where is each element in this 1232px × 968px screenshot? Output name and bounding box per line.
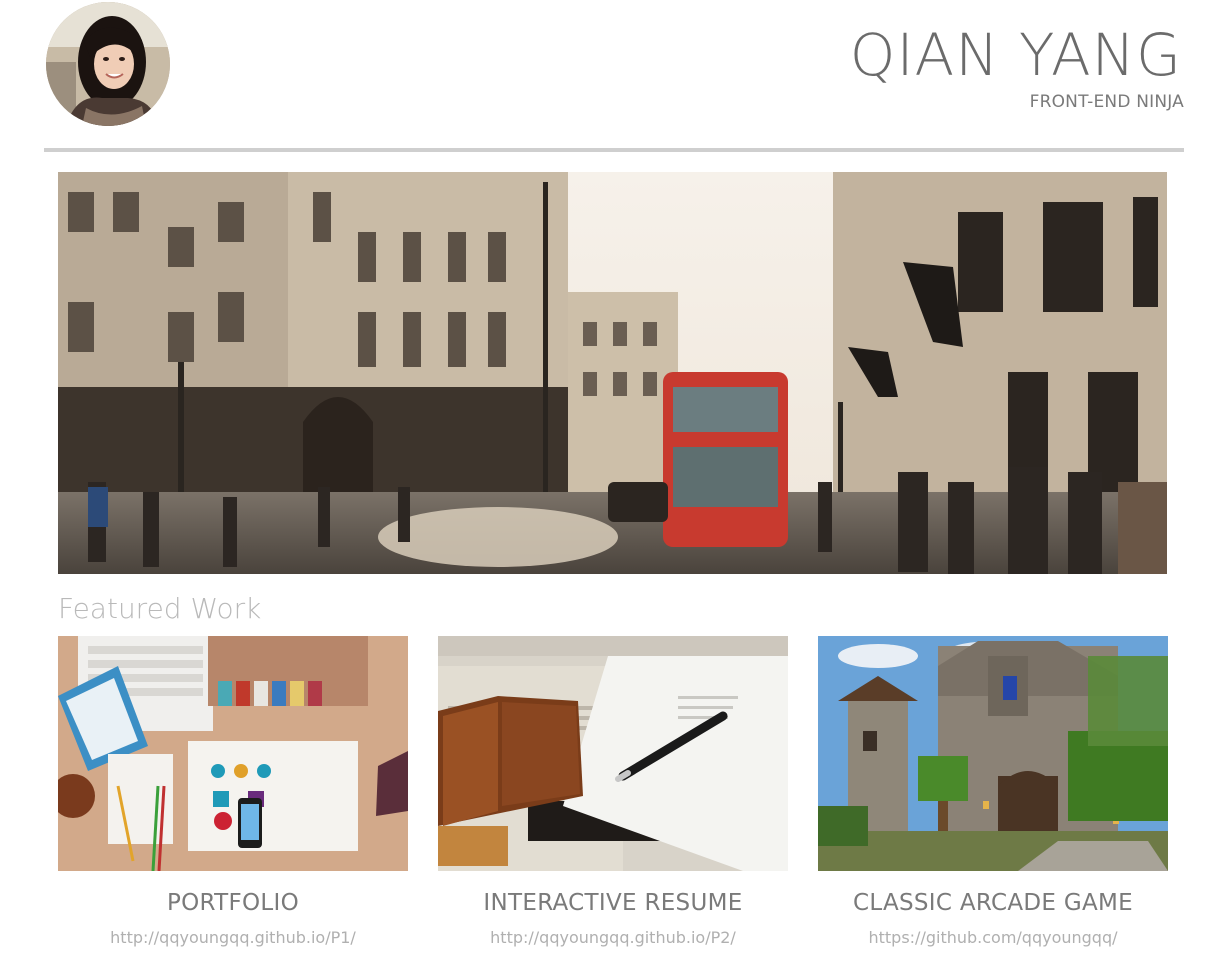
card-link[interactable]: http://qqyoungqq.github.io/P2/	[438, 928, 788, 947]
card-link[interactable]: http://qqyoungqq.github.io/P1/	[58, 928, 408, 947]
page: QIAN YANG FRONT-END NINJA Featured Work …	[0, 0, 1232, 968]
card-title: INTERACTIVE RESUME	[483, 890, 743, 916]
site-name: QIAN YANG	[849, 21, 1182, 89]
london-street-photo	[58, 172, 1167, 574]
section-title-featured-work: Featured Work	[58, 592, 262, 625]
project-card-interactive-resume[interactable]: INTERACTIVE RESUME http://qqyoungqq.gith…	[438, 636, 788, 956]
hero-image	[58, 172, 1167, 574]
minecraft-castle-render	[818, 636, 1168, 871]
site-subtitle: FRONT-END NINJA	[1029, 92, 1184, 112]
card-link[interactable]: https://github.com/qqyoungqq/	[818, 928, 1168, 947]
project-card-portfolio[interactable]: PORTFOLIO http://qqyoungqq.github.io/P1/	[58, 636, 408, 956]
cover-letter-image[interactable]	[438, 636, 788, 871]
site-header: QIAN YANG FRONT-END NINJA	[0, 0, 1232, 152]
header-divider	[44, 148, 1184, 152]
avatar-photo	[46, 2, 170, 126]
minecraft-castle-image[interactable]	[818, 636, 1168, 871]
project-card-classic-arcade-game[interactable]: CLASSIC ARCADE GAME https://github.com/q…	[818, 636, 1168, 956]
card-title: PORTFOLIO	[166, 890, 300, 916]
desk-workspace-photo	[58, 636, 408, 871]
card-title: CLASSIC ARCADE GAME	[852, 890, 1134, 916]
avatar	[46, 2, 170, 126]
desk-workspace-image[interactable]	[58, 636, 408, 871]
cover-letter-photo	[438, 636, 788, 871]
